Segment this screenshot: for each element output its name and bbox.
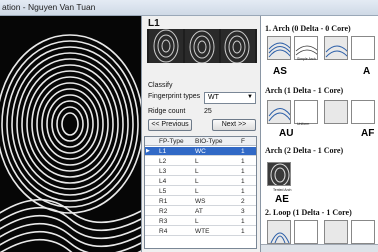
cell-fp: L4 bbox=[159, 178, 167, 185]
table-row[interactable]: L3 L 1 bbox=[145, 167, 256, 176]
table-row[interactable]: R4 WTE 1 bbox=[145, 227, 256, 236]
uniform-diagram bbox=[294, 100, 318, 124]
table-row[interactable]: L4 L 1 bbox=[145, 177, 256, 186]
cell-f: 1 bbox=[241, 168, 245, 175]
thumbnail-2[interactable] bbox=[185, 29, 219, 63]
cell-fp: L1 bbox=[159, 148, 167, 155]
arch-delta-sample-2 bbox=[324, 100, 348, 124]
header-bio-type: BIO-Type bbox=[195, 138, 223, 145]
table-row[interactable]: R2 AT 3 bbox=[145, 207, 256, 216]
thumbnail-3[interactable] bbox=[221, 29, 255, 63]
app-window: ation - Nguyen Van Tuan L1 Classify Fing… bbox=[0, 0, 378, 252]
cell-f: 2 bbox=[241, 198, 245, 205]
cell-fp: L5 bbox=[159, 188, 167, 195]
finger-heading: L1 bbox=[148, 18, 160, 29]
cell-fp: R4 bbox=[159, 228, 168, 235]
cell-f: 1 bbox=[241, 218, 245, 225]
cell-f: 1 bbox=[241, 188, 245, 195]
arch-delta-sample bbox=[267, 100, 291, 124]
arch-sample-image-2 bbox=[324, 36, 348, 60]
uniform-caption: Uniform bbox=[297, 122, 310, 126]
cell-f: 3 bbox=[241, 208, 245, 215]
table-row[interactable]: ▶ L1 WC 1 bbox=[145, 147, 256, 156]
reference-panel: 1. Arch (0 Delta - 0 Core) Simple Arch A… bbox=[260, 16, 378, 252]
loop-diagram bbox=[294, 220, 318, 244]
cell-bio: WTE bbox=[195, 228, 210, 235]
loop-sample-2 bbox=[324, 220, 348, 244]
table-row[interactable]: L2 L 1 bbox=[145, 157, 256, 166]
fingerprint-ridges bbox=[0, 16, 141, 252]
section-title: Arch (2 Delta - 1 Core) bbox=[265, 146, 344, 155]
cell-f: 1 bbox=[241, 158, 245, 165]
tented-arch-sample bbox=[267, 162, 291, 186]
cell-f: 1 bbox=[241, 228, 245, 235]
section-title: 2. Loop (1 Delta - 1 Core) bbox=[265, 208, 352, 217]
code-af: AF bbox=[361, 128, 375, 139]
loop-sample bbox=[267, 220, 291, 244]
code-au: AU bbox=[279, 128, 294, 139]
tented-arch-caption: Tented Arch bbox=[273, 188, 292, 192]
fingerprint-image[interactable] bbox=[0, 16, 141, 252]
table-header: FP-Type BIO-Type F bbox=[145, 137, 256, 146]
row-pointer-icon: ▶ bbox=[146, 148, 150, 154]
cell-bio: L bbox=[195, 158, 199, 165]
simple-arch-caption: Simple Arch bbox=[297, 57, 316, 61]
cell-bio: AT bbox=[195, 208, 203, 215]
cell-fp: R1 bbox=[159, 198, 168, 205]
ridge-count-value: 25 bbox=[204, 108, 212, 115]
cell-bio: L bbox=[195, 218, 199, 225]
thumbnail-strip bbox=[147, 29, 257, 63]
title-bar: ation - Nguyen Van Tuan bbox=[0, 0, 378, 16]
cell-fp: L2 bbox=[159, 158, 167, 165]
fp-types-select[interactable]: WT ▼ bbox=[204, 92, 256, 104]
classification-panel: L1 Classify Fingerprint types WT ▼ Ridge… bbox=[141, 16, 260, 252]
cell-f: 1 bbox=[241, 148, 245, 155]
fp-types-value: WT bbox=[208, 94, 219, 101]
code-a: A bbox=[363, 66, 371, 77]
fingerprint-table: FP-Type BIO-Type F ▶ L1 WC 1 L2 L 1 L3 L… bbox=[144, 136, 257, 249]
code-as: AS bbox=[273, 66, 287, 77]
cell-bio: WS bbox=[195, 198, 206, 205]
classify-label: Classify bbox=[148, 82, 173, 89]
cell-bio: L bbox=[195, 188, 199, 195]
cell-bio: WC bbox=[195, 148, 206, 155]
header-f: F bbox=[241, 138, 245, 145]
next-button[interactable]: Next >> bbox=[212, 119, 256, 131]
loop-diagram-2 bbox=[351, 220, 375, 244]
arch-sample-image bbox=[267, 36, 291, 60]
cell-bio: L bbox=[195, 168, 199, 175]
cell-bio: L bbox=[195, 178, 199, 185]
cell-fp: R3 bbox=[159, 218, 168, 225]
header-fp-type: FP-Type bbox=[159, 138, 184, 145]
code-ae: AE bbox=[275, 194, 289, 205]
cell-f: 1 bbox=[241, 178, 245, 185]
arch-diagram-2 bbox=[351, 36, 375, 60]
window-title: ation - Nguyen Van Tuan bbox=[2, 2, 96, 12]
section-title: 1. Arch (0 Delta - 0 Core) bbox=[265, 24, 351, 33]
cell-fp: L3 bbox=[159, 168, 167, 175]
ridge-count-label: Ridge count bbox=[148, 108, 186, 115]
fp-types-label: Fingerprint types bbox=[148, 93, 201, 100]
previous-button[interactable]: << Previous bbox=[148, 119, 192, 131]
section-title: Arch (1 Delta - 1 Core) bbox=[265, 86, 344, 95]
cell-fp: R2 bbox=[159, 208, 168, 215]
chevron-down-icon: ▼ bbox=[247, 94, 253, 100]
thumbnail-1[interactable] bbox=[149, 29, 183, 63]
arch-delta-diagram-2 bbox=[351, 100, 375, 124]
horizontal-scrollbar[interactable] bbox=[261, 244, 378, 252]
table-row[interactable]: L5 L 1 bbox=[145, 187, 256, 196]
table-row[interactable]: R1 WS 2 bbox=[145, 197, 256, 206]
table-row[interactable]: R3 L 1 bbox=[145, 217, 256, 226]
